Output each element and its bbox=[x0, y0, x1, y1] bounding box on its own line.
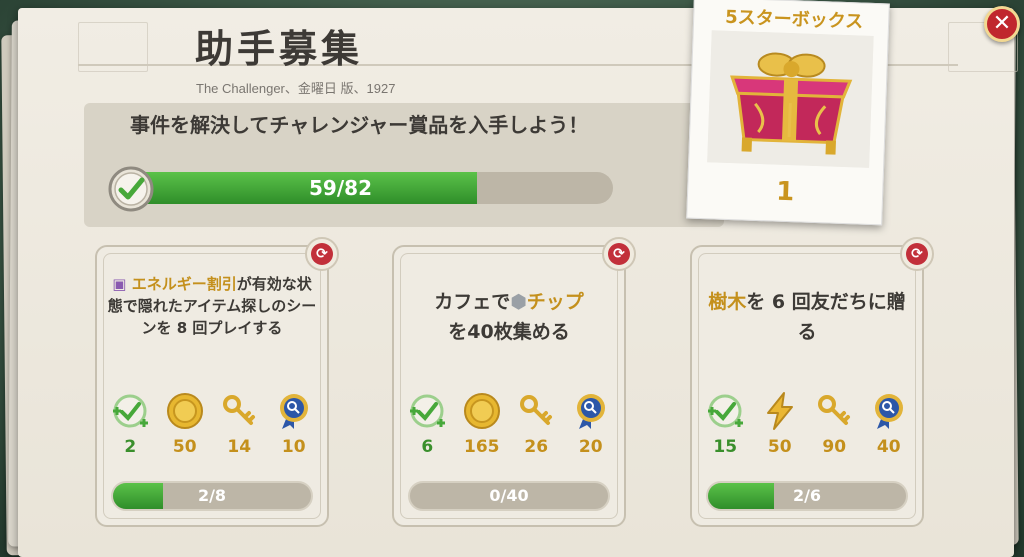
reward-item: 2 bbox=[105, 391, 155, 457]
reward-item: 14 bbox=[214, 391, 264, 457]
quest-card-3: ⟳ 樹木を 6 回友だちに贈る 15 50 90 40 2/6 bbox=[690, 237, 934, 527]
quest-card-1: ⟳ ▣ エネルギー割引が有効な状態で隠れたアイテム探しのシーンを 8 回プレイす… bbox=[95, 237, 339, 527]
reward-item: 15 bbox=[700, 391, 750, 457]
gift-box-icon bbox=[707, 30, 874, 168]
quest-progress-bar: 2/6 bbox=[706, 481, 908, 511]
reward-amount: 10 bbox=[281, 437, 306, 457]
reward-amount: 15 bbox=[713, 437, 738, 457]
reward-item: 50 bbox=[755, 391, 805, 457]
quest-highlight: チップ bbox=[526, 291, 584, 313]
refresh-button[interactable]: ⟳ bbox=[900, 237, 934, 271]
quest-highlight: 樹木 bbox=[708, 291, 747, 313]
reward-item: 90 bbox=[809, 391, 859, 457]
reward-count: 1 bbox=[775, 176, 795, 208]
reward-amount: 165 bbox=[464, 437, 500, 457]
key-icon bbox=[223, 395, 256, 425]
quest-card-2: ⟳ カフェで⬢チップを40枚集める 6 165 26 20 0/40 bbox=[392, 237, 636, 527]
reward-item: 20 bbox=[566, 391, 616, 457]
reward-item: 165 bbox=[457, 391, 507, 457]
challenge-point-icon bbox=[410, 394, 446, 428]
reward-amount: 6 bbox=[421, 437, 434, 457]
challenge-text: 事件を解決してチャレンジャー賞品を入手しよう！ bbox=[130, 113, 589, 137]
close-button[interactable]: ✕ bbox=[984, 6, 1020, 42]
reward-item: 50 bbox=[160, 391, 210, 457]
energy-ticket-icon: ▣ bbox=[112, 275, 127, 293]
challenge-progress-bar: 59/82 bbox=[128, 172, 613, 204]
reward-amount: 40 bbox=[876, 437, 901, 457]
reward-amount: 14 bbox=[227, 437, 252, 457]
page-title: 助手募集 bbox=[195, 27, 364, 71]
coin-icon bbox=[463, 393, 500, 429]
quest-progress-bar: 2/8 bbox=[111, 481, 313, 511]
quest-description: カフェで⬢チップを40枚集める bbox=[402, 287, 616, 347]
reward-item: 6 bbox=[402, 391, 452, 457]
reward-item: 40 bbox=[864, 391, 914, 457]
quest-progress-label: 2/8 bbox=[197, 486, 227, 505]
refresh-button[interactable]: ⟳ bbox=[305, 237, 339, 271]
reward-amount: 20 bbox=[578, 437, 603, 457]
tip-coin-icon: ⬢ bbox=[510, 291, 527, 313]
reward-card[interactable]: 5スターボックス 1 bbox=[686, 0, 890, 226]
coin-icon bbox=[166, 393, 203, 429]
reward-item: 26 bbox=[511, 391, 561, 457]
reward-title: 5スターボックス bbox=[724, 6, 864, 33]
challenge-point-icon bbox=[708, 394, 744, 428]
reward-amount: 26 bbox=[524, 437, 549, 457]
key-icon bbox=[818, 395, 851, 425]
reward-list: 15 50 90 40 bbox=[698, 391, 916, 457]
magnifier-medal-icon bbox=[279, 394, 308, 429]
reward-amount: 50 bbox=[172, 437, 197, 457]
quest-description: ▣ エネルギー割引が有効な状態で隠れたアイテム探しのシーンを 8 回プレイする bbox=[105, 273, 319, 339]
quest-highlight: エネルギー割引 bbox=[131, 275, 237, 293]
reward-item: 10 bbox=[269, 391, 319, 457]
quest-description: 樹木を 6 回友だちに贈る bbox=[700, 287, 914, 347]
quest-progress-label: 0/40 bbox=[489, 486, 529, 505]
reward-amount: 2 bbox=[124, 437, 137, 457]
quest-progress-label: 2/6 bbox=[792, 486, 822, 505]
quest-progress-bar: 0/40 bbox=[408, 481, 610, 511]
lightning-energy-icon bbox=[766, 392, 793, 430]
magnifier-medal-icon bbox=[874, 394, 903, 429]
reward-list: 6 165 26 20 bbox=[400, 391, 618, 457]
challenge-point-icon bbox=[113, 394, 149, 428]
quest-text: を 6 回友だちに贈る bbox=[746, 291, 906, 343]
page-subtitle: The Challenger、金曜日 版、1927 bbox=[196, 81, 396, 96]
reward-amount: 50 bbox=[767, 437, 792, 457]
quest-text: カフェで bbox=[434, 291, 511, 313]
quest-text: を40枚集める bbox=[448, 321, 570, 343]
reward-list: 2 50 14 10 bbox=[103, 391, 321, 457]
key-icon bbox=[520, 395, 553, 425]
check-badge-icon bbox=[108, 166, 154, 212]
refresh-icon: ⟳ bbox=[906, 243, 928, 265]
challenge-progress-label: 59/82 bbox=[309, 176, 372, 200]
refresh-icon: ⟳ bbox=[608, 243, 630, 265]
refresh-icon: ⟳ bbox=[311, 243, 333, 265]
magnifier-medal-icon bbox=[576, 394, 605, 429]
reward-amount: 90 bbox=[822, 437, 847, 457]
refresh-button[interactable]: ⟳ bbox=[602, 237, 636, 271]
